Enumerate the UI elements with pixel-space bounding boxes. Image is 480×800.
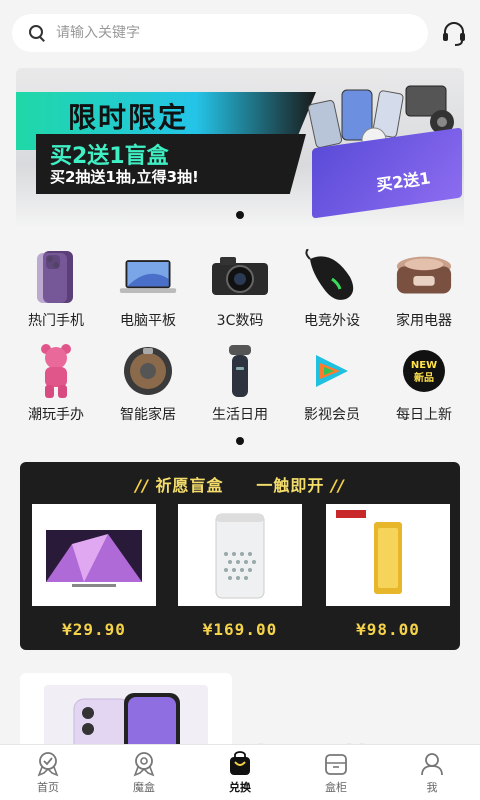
camera-icon [210, 248, 270, 306]
gaming-mouse-icon [302, 248, 362, 306]
category-computers-tablets[interactable]: 电脑平板 [104, 248, 192, 342]
robot-vacuum-icon [118, 342, 178, 400]
tab-label: 魔盒 [133, 780, 155, 794]
tab-home[interactable]: 首页 [0, 745, 96, 800]
blind-box-title: // 祈愿盲盒 一触即开 // [20, 472, 460, 496]
blind-box-product[interactable] [32, 504, 156, 606]
wish-blind-box-panel[interactable]: // 祈愿盲盒 一触即开 // ¥29.90 ¥169.00 ¥98.00 [20, 462, 460, 650]
category-label: 每日上新 [396, 407, 452, 423]
user-icon [421, 752, 443, 775]
rice-cooker-icon [394, 248, 454, 306]
header [0, 0, 480, 66]
app-page: 限时限定 买2送1盲盒 买2抽送1抽,立得3抽! 买2送1 热门手机 [0, 0, 480, 800]
category-daily-life[interactable]: 生活日用 [196, 342, 284, 436]
product-price: ¥98.00 [356, 620, 420, 639]
laptop-icon [118, 248, 178, 306]
banner-page-indicator [236, 211, 244, 219]
tab-label: 我 [426, 780, 438, 794]
bear-figure-icon [26, 342, 86, 400]
customer-service-icon[interactable] [440, 20, 468, 48]
category-label: 电脑平板 [120, 313, 176, 329]
category-label: 热门手机 [28, 313, 84, 329]
category-label: 电竞外设 [304, 313, 360, 329]
search-icon [28, 24, 46, 42]
category-label: 潮玩手办 [28, 407, 84, 423]
search-bar[interactable] [12, 14, 428, 52]
video-play-icon [302, 342, 362, 400]
svg-text:新品: 新品 [414, 371, 434, 384]
category-label: 生活日用 [212, 407, 268, 423]
category-label: 智能家居 [120, 407, 176, 423]
category-video-membership[interactable]: 影视会员 [288, 342, 376, 436]
category-trendy-figures[interactable]: 潮玩手办 [12, 342, 100, 436]
blind-box-product[interactable] [326, 504, 450, 606]
promo-banner[interactable]: 限时限定 买2送1盲盒 买2抽送1抽,立得3抽! 买2送1 [16, 68, 464, 230]
product-price: ¥29.90 [62, 620, 126, 639]
tab-exchange[interactable]: 兑换 [192, 745, 288, 800]
category-daily-new[interactable]: NEW 新品 每日上新 [380, 342, 468, 436]
category-label: 家用电器 [396, 313, 452, 329]
tv-icon [46, 530, 142, 587]
product-price: ¥169.00 [202, 620, 278, 639]
category-home-appliances[interactable]: 家用电器 [380, 248, 468, 342]
bottom-tab-bar: 首页 魔盒 兑换 盒柜 我 [0, 744, 480, 800]
category-hot-phones[interactable]: 热门手机 [12, 248, 100, 342]
category-label: 3C数码 [216, 313, 264, 329]
phone-icon [26, 248, 86, 306]
shopping-bag-icon [230, 750, 250, 775]
category-row: 潮玩手办 智能家居 生活日用 影视会员 NEW 新品 每日上新 [12, 342, 468, 436]
slash-decoration: // [135, 476, 149, 495]
shaver-icon [210, 342, 270, 400]
tab-label: 盒柜 [325, 780, 347, 794]
tab-magic-box[interactable]: 魔盒 [96, 745, 192, 800]
banner-tagline: 买2抽送1抽,立得3抽! [50, 168, 199, 186]
banner-title: 限时限定 [68, 101, 189, 134]
category-gaming-peripherals[interactable]: 电竞外设 [288, 248, 376, 342]
air-purifier-icon [215, 513, 265, 599]
category-smart-home[interactable]: 智能家居 [104, 342, 192, 436]
category-label: 影视会员 [304, 407, 360, 423]
tab-me[interactable]: 我 [384, 745, 480, 800]
blind-box-product[interactable] [178, 504, 302, 606]
tab-cabinet[interactable]: 盒柜 [288, 745, 384, 800]
category-row: 热门手机 电脑平板 3C数码 电竞外设 家用电器 [12, 248, 468, 342]
magic-box-icon [133, 751, 155, 776]
blind-box-title-text: 祈愿盲盒 [155, 476, 224, 495]
svg-text:NEW: NEW [411, 360, 437, 371]
gold-bar-icon [336, 510, 402, 594]
tab-label: 首页 [37, 780, 59, 794]
slash-decoration: // [331, 476, 345, 495]
new-badge-icon: NEW 新品 [394, 342, 454, 400]
search-input[interactable] [56, 25, 396, 41]
category-page-indicator [236, 437, 244, 445]
home-medal-icon [37, 751, 59, 776]
cabinet-icon [325, 753, 347, 775]
blind-box-subtitle-text: 一触即开 [256, 476, 325, 495]
category-3c-digital[interactable]: 3C数码 [196, 248, 284, 342]
tab-label: 兑换 [229, 780, 251, 794]
category-grid: 热门手机 电脑平板 3C数码 电竞外设 家用电器 潮玩手办 智能家居 生活日用 … [12, 248, 468, 436]
